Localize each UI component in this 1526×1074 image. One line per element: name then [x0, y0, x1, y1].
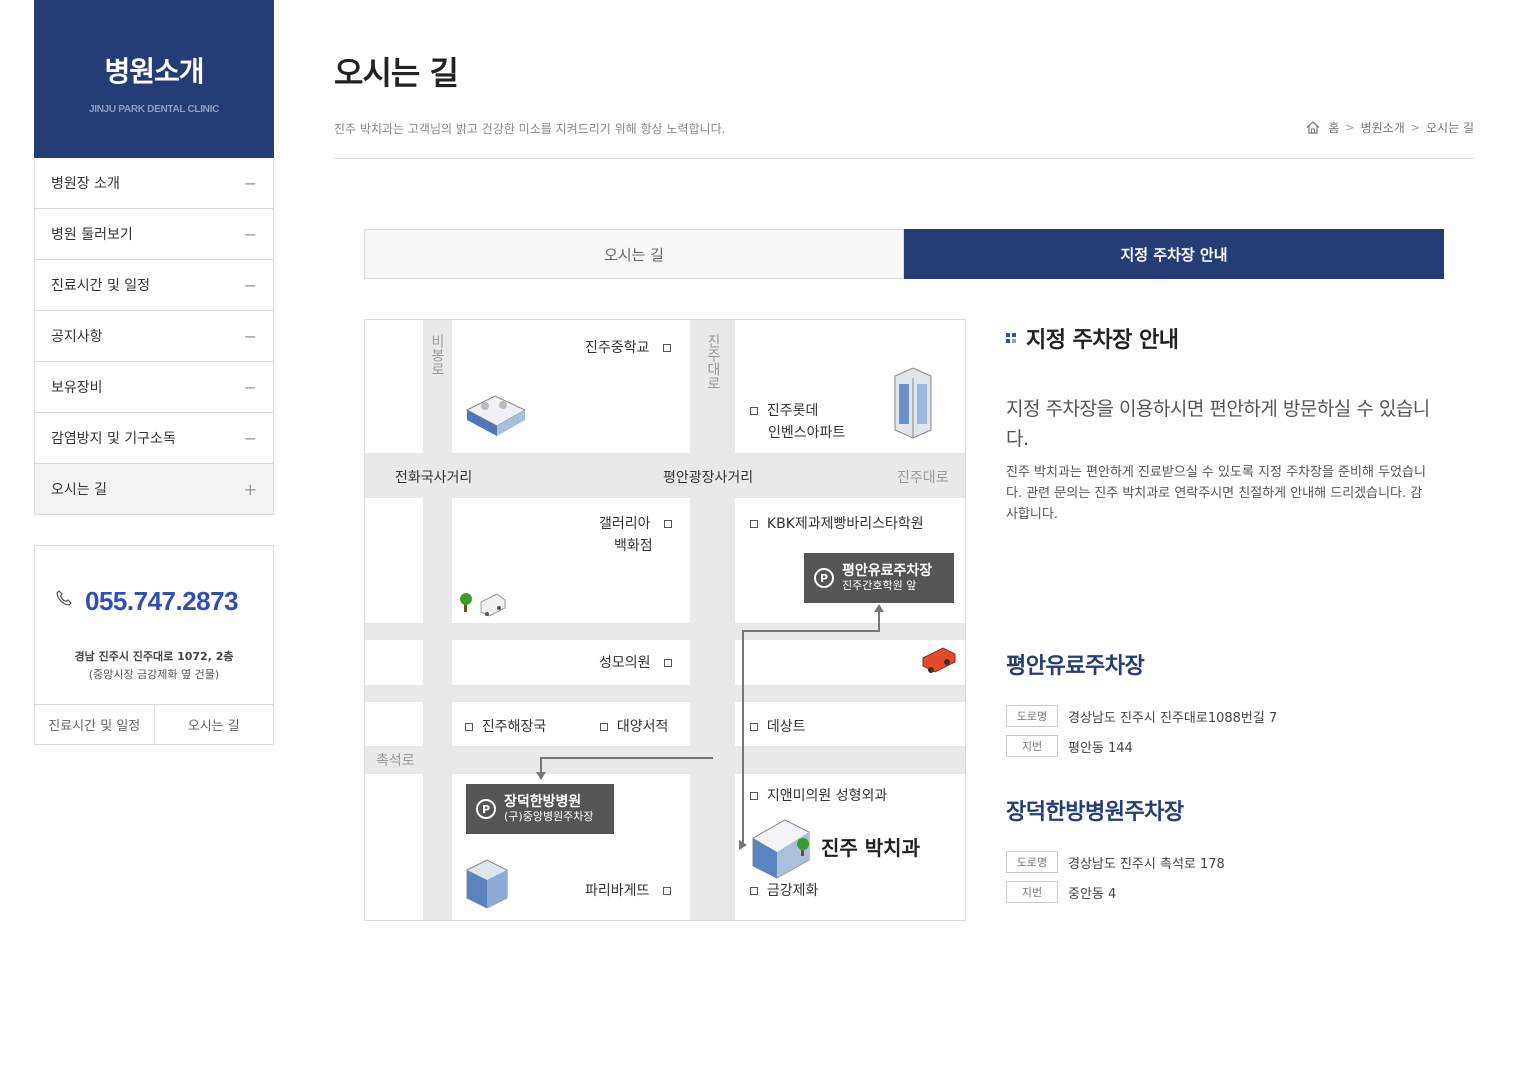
- arrow-head-icon: [874, 604, 884, 612]
- route-arrows: [460, 367, 956, 909]
- sidebar-item-label: 병원 둘러보기: [51, 227, 133, 243]
- home-icon[interactable]: [1306, 121, 1320, 134]
- sidebar-item-director[interactable]: 병원장 소개 −: [35, 158, 273, 209]
- chevron-right-icon: >: [1345, 121, 1355, 134]
- sidebar-header: 병원소개 JINJU PARK DENTAL CLINIC: [34, 0, 274, 158]
- collapse-icon: −: [243, 428, 257, 448]
- arrow-head-icon: [536, 772, 546, 780]
- sidebar-item-label: 오시는 길: [51, 482, 107, 498]
- sidebar-item-equipment[interactable]: 보유장비 −: [35, 362, 273, 413]
- jibun-address: 중안동 4: [1068, 886, 1117, 902]
- breadcrumb-section[interactable]: 병원소개: [1361, 119, 1405, 136]
- breadcrumb-current[interactable]: 오시는 길: [1426, 119, 1474, 136]
- chevron-right-icon: >: [1410, 121, 1421, 134]
- collapse-icon: −: [243, 326, 257, 346]
- hospital-building-icon: [466, 859, 508, 909]
- address-note: (중앙시장 금강제화 옆 건물): [88, 668, 220, 681]
- tab-parking[interactable]: 지정 주차장 안내: [904, 229, 1444, 279]
- info-heading: 지정 주차장 안내: [1006, 322, 1179, 354]
- lot-jibun-address: 지번 평안동 144: [1006, 735, 1133, 757]
- phone-icon: [56, 589, 72, 606]
- sidebar-item-label: 감염방지 및 기구소독: [51, 431, 176, 447]
- jibun-address: 평안동 144: [1068, 740, 1133, 756]
- info-body: 진주 박치과는 편안하게 진료받으실 수 있도록 지정 주차장을 준비해 두었습…: [1006, 465, 1426, 522]
- collapse-icon: −: [243, 377, 257, 397]
- phone-number[interactable]: 055.747.2873: [85, 586, 239, 617]
- tab-directions[interactable]: 오시는 길: [364, 229, 904, 279]
- lot-road-address: 도로명 경상남도 진주시 촉석로 178: [1006, 851, 1225, 873]
- sidebar-item-directions[interactable]: 오시는 길 +: [35, 464, 273, 515]
- tree-icon: [460, 593, 472, 612]
- school-building-icon: [465, 395, 527, 436]
- truck-icon: [480, 593, 506, 617]
- jibun-tag: 지번: [1006, 881, 1058, 903]
- page-title: 오시는 길: [334, 54, 459, 92]
- jibun-tag: 지번: [1006, 735, 1058, 757]
- collapse-icon: −: [243, 275, 257, 295]
- road-address-tag: 도로명: [1006, 851, 1058, 873]
- lot-title-pyeongan: 평안유료주차장: [1006, 654, 1145, 679]
- sidebar-item-hours[interactable]: 진료시간 및 일정 −: [35, 260, 273, 311]
- divider: [334, 158, 1474, 159]
- info-lead: 지정 주차장을 이용하시면 편안하게 방문하실 수 있습니다.: [1006, 398, 1430, 450]
- sidebar-item-tour[interactable]: 병원 둘러보기 −: [35, 209, 273, 260]
- contact-box: 055.747.2873 경남 진주시 진주대로 1072, 2층 (중앙시장 …: [34, 545, 274, 745]
- hours-button[interactable]: 진료시간 및 일정: [35, 705, 155, 744]
- tab-bar: 오시는 길 지정 주차장 안내: [364, 229, 1444, 279]
- breadcrumb: 홈 > 병원소개 > 오시는 길: [1306, 119, 1474, 136]
- sidebar-title: 병원소개: [104, 55, 204, 88]
- page-description: 진주 박치과는 고객님의 밝고 건강한 미소를 지켜드리기 위해 항상 노력합니…: [334, 122, 726, 136]
- lot-title-jangdeok: 장덕한방병원주차장: [1006, 800, 1184, 825]
- fire-truck-icon: [922, 647, 956, 673]
- sidebar-item-sterilization[interactable]: 감염방지 및 기구소독 −: [35, 413, 273, 464]
- collapse-icon: −: [243, 173, 257, 193]
- apartment-tower-icon: [894, 367, 932, 439]
- expand-icon: +: [243, 479, 257, 499]
- road-address: 경상남도 진주시 촉석로 178: [1068, 856, 1225, 872]
- bullet-dots-icon: [1006, 333, 1016, 343]
- road-address-tag: 도로명: [1006, 705, 1058, 727]
- sidebar-item-notice[interactable]: 공지사항 −: [35, 311, 273, 362]
- route-line: [540, 610, 880, 845]
- collapse-icon: −: [243, 224, 257, 244]
- road-address: 경상남도 진주시 진주대로1088번길 7: [1068, 710, 1278, 726]
- sidebar-item-label: 보유장비: [51, 380, 103, 396]
- sidebar-subtitle: JINJU PARK DENTAL CLINIC: [88, 104, 220, 115]
- sidebar-item-label: 진료시간 및 일정: [51, 278, 151, 294]
- phone-line: 055.747.2873: [55, 586, 239, 617]
- sidebar-menu: 병원장 소개 − 병원 둘러보기 − 진료시간 및 일정 − 공지사항 − 보유장비 − …: [34, 158, 274, 515]
- lot-jibun-address: 지번 중안동 4: [1006, 881, 1116, 903]
- info-title: 지정 주차장 안내: [1026, 328, 1179, 353]
- sidebar-item-label: 공지사항: [51, 329, 103, 345]
- directions-button[interactable]: 오시는 길: [155, 705, 274, 744]
- sidebar-item-label: 병원장 소개: [51, 176, 120, 192]
- contact-buttons: 진료시간 및 일정 오시는 길: [35, 704, 273, 744]
- parking-map: 비봉로 진주대로 전화국사거리 평안광장사거리 진주대로 촉석로 진주중학교 진…: [364, 319, 966, 921]
- lot-road-address: 도로명 경상남도 진주시 진주대로1088번길 7: [1006, 705, 1277, 727]
- clinic-building-icon: [752, 819, 810, 879]
- breadcrumb-home[interactable]: 홈: [1328, 119, 1339, 136]
- address: 경남 진주시 진주대로 1072, 2층: [74, 650, 234, 663]
